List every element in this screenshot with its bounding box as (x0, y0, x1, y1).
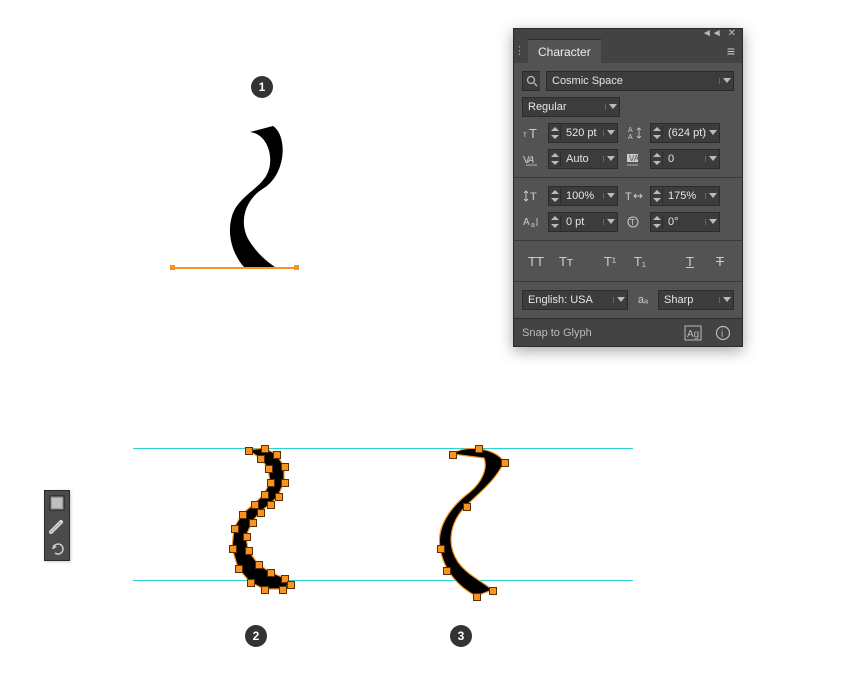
svg-text:A: A (523, 217, 530, 228)
antialias-icon: aₐ (634, 291, 652, 309)
chevron-down-icon[interactable] (605, 104, 619, 110)
svg-text:i: i (721, 329, 723, 340)
snap-to-glyph-label: Snap to Glyph (522, 327, 592, 339)
font-family-field[interactable]: Cosmic Space (546, 71, 734, 91)
strikethrough-button[interactable]: T (706, 250, 734, 272)
info-button[interactable]: i (712, 322, 734, 344)
step-badge-2: 2 (245, 625, 267, 647)
step-badge-1: 1 (251, 76, 273, 98)
chevron-down-icon[interactable] (705, 219, 719, 225)
leading-icon: AA (624, 124, 644, 142)
baseline-shift-field[interactable]: 0 pt (548, 212, 618, 232)
vertical-scale-value: 100% (561, 190, 603, 202)
chevron-down-icon[interactable] (603, 219, 617, 225)
svg-text:VA: VA (629, 154, 640, 163)
character-panel: ◄◄ ✕ ⋮⋮ Character ≡ Cosmic Space (513, 28, 743, 347)
horizontal-scale-field[interactable]: 175% (650, 186, 720, 206)
fill-swatch-button[interactable] (45, 491, 69, 514)
antialias-field[interactable]: Sharp (658, 290, 734, 310)
smooth-tool-button[interactable] (45, 514, 69, 537)
panel-menu-button[interactable]: ≡ (720, 39, 742, 63)
chevron-down-icon[interactable] (603, 130, 617, 136)
vertical-scale-field[interactable]: 100% (548, 186, 618, 206)
svg-text:T: T (529, 126, 537, 140)
glyph-shape-2[interactable] (228, 448, 298, 593)
underline-button[interactable]: T (676, 250, 704, 272)
all-caps-button[interactable]: TT (522, 250, 550, 272)
guide-bottom (133, 580, 633, 581)
superscript-button[interactable]: T¹ (596, 250, 624, 272)
font-style-value: Regular (523, 101, 605, 113)
leading-field[interactable]: (624 pt) (650, 123, 720, 143)
undo-tool-button[interactable] (45, 537, 69, 560)
guide-top (133, 448, 633, 449)
leading-value: (624 pt) (663, 127, 705, 139)
glyph-shape-1 (228, 126, 293, 271)
kerning-icon: VA (522, 150, 542, 168)
svg-text:A: A (628, 134, 633, 140)
svg-text:T: T (630, 218, 635, 227)
rotation-value: 0° (663, 216, 705, 228)
font-family-value: Cosmic Space (547, 75, 719, 87)
tracking-field[interactable]: 0 (650, 149, 720, 169)
chevron-down-icon[interactable] (705, 193, 719, 199)
font-size-value: 520 pt (561, 127, 603, 139)
subscript-button[interactable]: T₁ (626, 250, 654, 272)
font-size-icon: тT (522, 124, 542, 142)
search-font-icon[interactable] (522, 71, 540, 91)
baseline-shift-icon: Aa (522, 213, 542, 231)
chevron-down-icon[interactable] (719, 297, 733, 303)
antialias-value: Sharp (659, 294, 719, 306)
glyph-panel-button[interactable]: Ag (682, 322, 704, 344)
svg-text:Ag: Ag (687, 329, 699, 340)
collapse-icon[interactable]: ◄◄ (702, 29, 722, 39)
horizontal-scale-value: 175% (663, 190, 705, 202)
font-style-field[interactable]: Regular (522, 97, 620, 117)
kerning-value: Auto (561, 153, 603, 165)
tab-character[interactable]: Character (528, 39, 601, 63)
tracking-value: 0 (663, 153, 705, 165)
chevron-down-icon[interactable] (613, 297, 627, 303)
rotation-field[interactable]: 0° (650, 212, 720, 232)
step-badge-3: 3 (450, 625, 472, 647)
small-caps-button[interactable]: Tᴛ (552, 250, 580, 272)
svg-text:T: T (530, 191, 537, 203)
type-baseline (173, 267, 296, 269)
kerning-field[interactable]: Auto (548, 149, 618, 169)
chevron-down-icon[interactable] (603, 156, 617, 162)
tracking-icon: VA (624, 150, 644, 168)
svg-text:т: т (523, 130, 527, 139)
chevron-down-icon[interactable] (719, 78, 733, 84)
svg-text:A: A (628, 127, 633, 134)
svg-text:T: T (625, 191, 632, 203)
font-size-field[interactable]: 520 pt (548, 123, 618, 143)
chevron-down-icon[interactable] (603, 193, 617, 199)
language-value: English: USA (523, 294, 613, 306)
chevron-down-icon[interactable] (705, 156, 719, 162)
horizontal-scale-icon: T (624, 187, 644, 205)
baseline-shift-value: 0 pt (561, 216, 603, 228)
svg-text:a: a (531, 222, 535, 229)
rotation-icon: T (624, 213, 644, 231)
close-icon[interactable]: ✕ (728, 29, 736, 39)
chevron-down-icon[interactable] (705, 130, 719, 136)
mini-tool-strip (44, 490, 70, 561)
glyph-shape-3[interactable] (436, 448, 514, 598)
language-field[interactable]: English: USA (522, 290, 628, 310)
panel-grip-icon[interactable]: ⋮⋮ (514, 39, 528, 63)
vertical-scale-icon: T (522, 187, 542, 205)
